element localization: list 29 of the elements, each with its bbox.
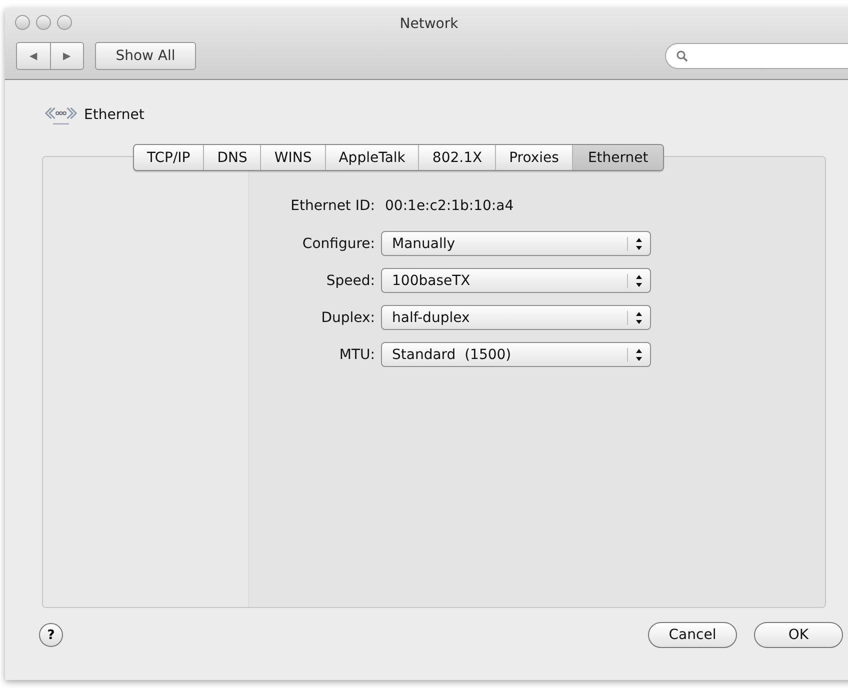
search-icon — [676, 50, 688, 62]
popup-menu[interactable]: Standard (1500) — [381, 342, 651, 367]
close-button[interactable] — [15, 15, 30, 30]
field-label: MTU: — [338, 346, 375, 362]
field-label: Duplex: — [320, 310, 375, 326]
search-field[interactable] — [665, 43, 848, 69]
service-name: Ethernet — [84, 107, 144, 123]
popup-menu[interactable]: 100baseTX — [381, 268, 651, 293]
popup-menu[interactable]: Manually — [381, 231, 651, 256]
field-label: Configure: — [301, 236, 375, 252]
back-button[interactable]: ◀ — [17, 43, 50, 69]
window-title: Network — [400, 15, 458, 32]
tab[interactable]: AppleTalk — [326, 145, 420, 170]
tab[interactable]: 802.1X — [419, 145, 496, 170]
dialog-button[interactable]: OK — [754, 622, 843, 648]
tab[interactable]: WINS — [261, 145, 326, 170]
tab[interactable]: Ethernet — [572, 145, 664, 170]
tab[interactable]: TCP/IP — [134, 145, 204, 170]
field-label: Speed: — [325, 272, 375, 288]
tab[interactable]: DNS — [204, 145, 262, 170]
minimize-button[interactable] — [36, 15, 51, 30]
dialog-button[interactable]: Cancel — [648, 622, 737, 648]
show-all-button[interactable]: Show All — [95, 42, 196, 70]
help-button[interactable]: ? — [39, 623, 63, 647]
ethernet-id-value: 00:1e:c2:1b:10:a4 — [384, 197, 515, 216]
popup-menu[interactable]: half-duplex — [381, 305, 651, 330]
field-label: Ethernet ID: — [290, 198, 375, 214]
forward-button[interactable]: ▶ — [50, 43, 83, 69]
zoom-button[interactable] — [57, 15, 72, 30]
